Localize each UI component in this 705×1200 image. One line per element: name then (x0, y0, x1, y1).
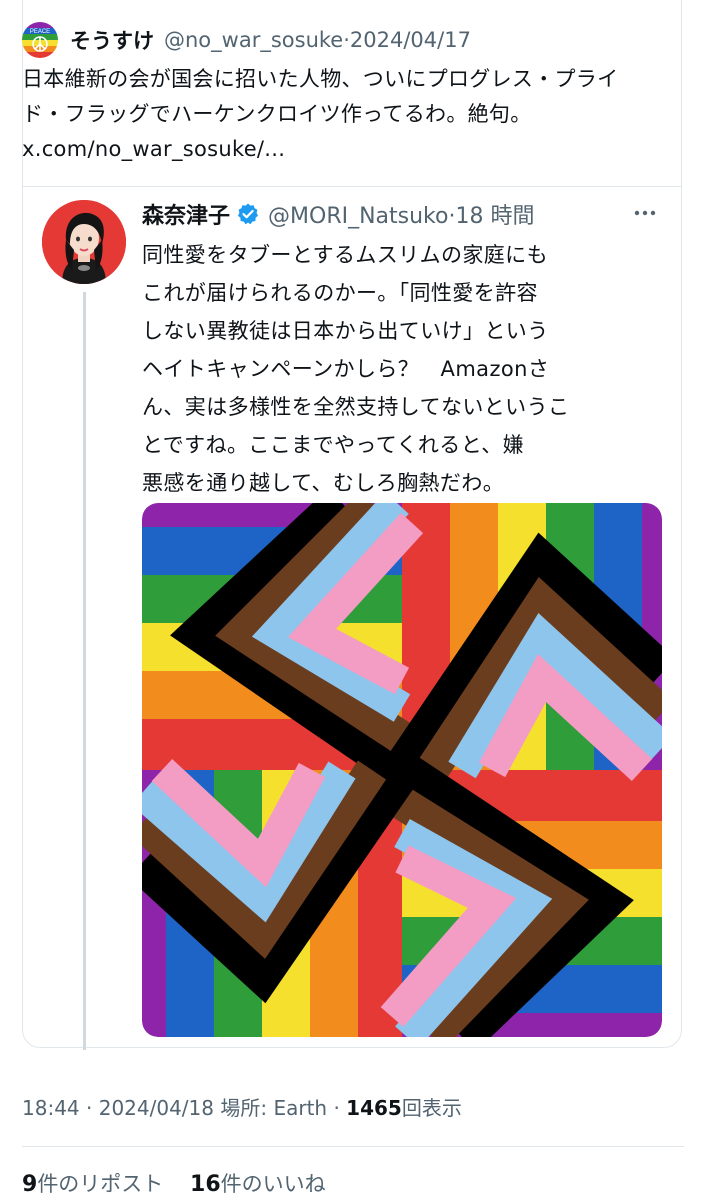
outer-tweet-link[interactable]: x.com/no_war_sosuke/... (22, 137, 285, 161)
views-label: 回表示 (401, 1096, 462, 1120)
quoted-author-name[interactable]: 森奈津子 (142, 198, 230, 230)
quoted-tweet-text: 同性愛をタブーとするムスリムの家庭にも これが届けられるのかー。「同性愛を許容 … (142, 236, 662, 502)
attached-image[interactable] (142, 503, 662, 1037)
likes-stat[interactable]: 16件のいいね (190, 1172, 326, 1197)
thread-line (83, 292, 86, 1050)
likes-label: 件のいいね (220, 1172, 326, 1196)
peace-label: PEACE (30, 29, 50, 35)
outer-date[interactable]: 2024/04/17 (350, 28, 471, 52)
verified-badge-icon (236, 202, 260, 226)
peace-avatar[interactable]: PEACE (22, 22, 58, 58)
tweet-date[interactable]: 2024/04/18 (99, 1096, 214, 1120)
quoted-text-line: ヘイトキャンペーンかしら？ Amazonさ (142, 357, 550, 381)
reposts-label: 件のリポスト (37, 1172, 164, 1196)
quoted-tweet-header: 森奈津子 @MORI_Natsuko·18 時間 (142, 196, 672, 232)
tweet-location: 場所: Earth (220, 1096, 328, 1120)
meta-separator-2: · (333, 1096, 340, 1120)
tweet-stats: 9件のリポスト 16件のいいね (22, 1168, 326, 1198)
outer-tweet-header: PEACE そうすけ @no_war_sosuke·2024/04/17 (22, 22, 471, 58)
more-options-icon[interactable] (630, 198, 660, 228)
reposts-stat[interactable]: 9件のリポスト (22, 1172, 164, 1197)
quoted-text-line: とですね。ここまでやってくれると、嫌 (142, 433, 525, 457)
quoted-text-line: これが届けられるのかー。「同性愛を許容 (142, 281, 538, 305)
tweet-time[interactable]: 18:44 (22, 1096, 80, 1120)
outer-tweet-text: 日本維新の会が国会に招いた人物、ついにプログレス・プライド・フラッグでハーケンク… (22, 62, 642, 167)
likes-count: 16 (190, 1172, 221, 1197)
quote-divider (22, 186, 682, 187)
outer-separator: · (343, 28, 350, 52)
quoted-time-ago[interactable]: 18 時間 (455, 204, 534, 229)
outer-text-body: 日本維新の会が国会に招いた人物、ついにプログレス・プライド・フラッグでハーケンク… (22, 67, 619, 126)
outer-author-name[interactable]: そうすけ (70, 25, 154, 55)
outer-author-handle[interactable]: @no_war_sosuke·2024/04/17 (164, 28, 471, 52)
quoted-text-line: 同性愛をタブーとするムスリムの家庭にも (142, 243, 548, 267)
quoted-handle-text[interactable]: @MORI_Natsuko (268, 204, 448, 229)
quoted-text-line: 悪感を通り越して、むしろ胸熱だわ。 (142, 471, 505, 495)
stats-divider (22, 1146, 684, 1147)
views-count: 1465 (346, 1096, 402, 1120)
reposts-count: 9 (22, 1172, 38, 1197)
meta-separator: · (86, 1096, 93, 1120)
outer-handle-text[interactable]: @no_war_sosuke (164, 28, 343, 52)
quoted-text-line: ん、実は多様性を全然支持してないというこ (142, 395, 570, 419)
quoted-text-line: しない異教徒は日本から出ていけ」という (142, 319, 549, 343)
quoted-author-handle[interactable]: @MORI_Natsuko·18 時間 (268, 198, 534, 230)
tweet-meta: 18:44 · 2024/04/18 場所: Earth · 1465回表示 (22, 1092, 462, 1121)
quoted-author-avatar[interactable] (42, 200, 126, 284)
